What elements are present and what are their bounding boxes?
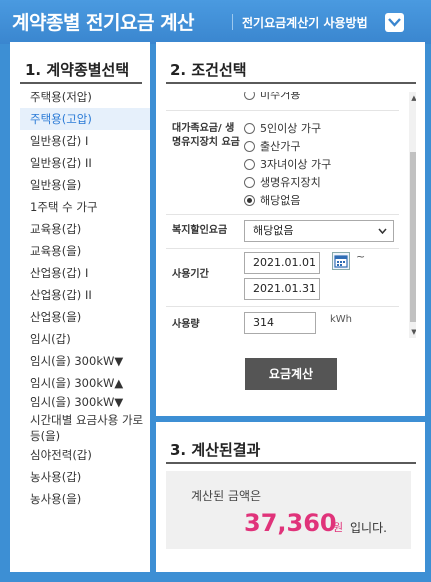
page-title: 계약종별 전기요금 계산 [12,12,195,34]
radio-large-family[interactable]: 5인이상 가구 [244,120,321,136]
contract-type-item[interactable]: 임시(을) 300kW▼ [20,394,150,410]
result-title: 3. 계산된결과 [170,441,261,459]
radio-circle[interactable] [244,158,255,170]
contract-type-item[interactable]: 산업용(갑) I [20,262,150,284]
welfare-select[interactable]: 해당없음 [244,220,394,242]
contract-type-item[interactable]: 산업용(을) [20,306,150,328]
conditions-panel: 2. 조건선택 미수거용 대가족요금/ 생명유지장치 요금 5인이상 가구 출산… [156,42,425,416]
radio-circle[interactable] [244,122,255,134]
app-header: 계약종별 전기요금 계산 전기요금계산기 사용방법 [0,0,431,44]
period-start-input[interactable]: 2021.01.01 [244,252,320,274]
result-label: 계산된 금액은 [191,489,262,503]
radio-label: 5인이상 가구 [260,122,322,135]
discount-label: 대가족요금/ 생명유지장치 요금 [172,123,240,148]
radio-circle[interactable] [244,92,255,100]
radio-label: 해당없음 [260,194,301,207]
calculate-button[interactable]: 요금계산 [245,358,337,390]
row-divider [166,306,399,307]
calendar-icon[interactable] [332,252,350,270]
radio-three-children[interactable]: 3자녀이상 가구 [244,156,331,172]
contract-type-item[interactable]: 산업용(갑) II [20,284,150,306]
contract-type-item[interactable]: 임시(을) 300kW▼ [20,350,150,372]
welfare-select-value: 해당없음 [253,224,294,237]
contract-type-title: 1. 계약종별선택 [25,61,130,79]
title-underline [166,462,416,464]
contract-type-item[interactable]: 일반용(갑) I [20,130,150,152]
radio-birth-family[interactable]: 출산가구 [244,138,300,154]
period-label: 사용기간 [172,269,209,280]
contract-type-item[interactable]: 일반용(갑) II [20,152,150,174]
usage-input[interactable]: 314 [244,312,316,334]
result-amount: 37,360 [244,509,337,537]
usage-unit: kWh [330,314,353,325]
vertical-scrollbar[interactable]: ▲ ▼ [409,92,416,338]
title-underline [20,82,142,84]
radio-circle-checked[interactable] [244,194,255,206]
scrollbar-thumb[interactable] [410,152,416,322]
contract-type-item[interactable]: 농사용(갑) [20,466,150,488]
contract-type-item[interactable]: 시간대별 요금사용 가로등(을) [20,410,150,444]
contract-type-item[interactable]: 교육용(갑) [20,218,150,240]
title-underline [166,82,416,84]
contract-type-item-active[interactable]: 주택용(고압) [20,108,150,130]
contract-type-item[interactable]: 교육용(을) [20,240,150,262]
radio-label: 3자녀이상 가구 [260,158,332,171]
result-panel: 3. 계산된결과 계산된 금액은 37,360 원 입니다. [156,422,425,572]
result-currency: 원 [333,521,344,534]
contract-type-item[interactable]: 임시(을) 300kW▲ [20,372,150,394]
row-divider [166,248,399,249]
scroll-up-icon[interactable]: ▲ [410,94,416,102]
howto-link[interactable]: 전기요금계산기 사용방법 [242,14,368,31]
result-suffix: 입니다. [350,521,387,535]
radio-label: 미수거용 [260,92,301,101]
contract-type-item[interactable]: 1주택 수 가구 [20,196,150,218]
contract-type-panel: 1. 계약종별선택 주택용(저압) 주택용(고압) 일반용(갑) I 일반용(갑… [10,42,150,572]
row-divider [166,214,399,215]
radio-label: 출산가구 [260,140,301,153]
contract-type-item[interactable]: 일반용(을) [20,174,150,196]
chevron-down-icon [378,228,387,234]
period-separator: ~ [356,250,366,263]
radio-circle[interactable] [244,176,255,188]
chevron-down-icon[interactable] [385,13,404,32]
radio-label: 생명유지장치 [260,176,321,189]
welfare-label: 복지할인요금 [172,225,228,236]
scroll-down-icon[interactable]: ▼ [410,328,416,336]
header-divider [232,14,233,30]
conditions-title: 2. 조건선택 [170,61,247,79]
contract-type-item[interactable]: 임시(갑) [20,328,150,350]
usage-label: 사용량 [172,319,200,330]
radio-life-support[interactable]: 생명유지장치 [244,174,321,190]
period-end-input[interactable]: 2021.01.31 [244,278,320,300]
radio-partial[interactable]: 미수거용 [244,92,300,102]
contract-type-item[interactable]: 주택용(저압) [20,86,150,108]
conditions-scroll-area[interactable]: 미수거용 대가족요금/ 생명유지장치 요금 5인이상 가구 출산가구 3자녀이상… [166,92,416,338]
result-box: 계산된 금액은 37,360 원 입니다. [166,471,411,549]
radio-none[interactable]: 해당없음 [244,192,300,208]
row-divider [166,110,399,111]
contract-type-item[interactable]: 심야전력(갑) [20,444,150,466]
radio-circle[interactable] [244,140,255,152]
contract-type-item[interactable]: 농사용(을) [20,488,150,510]
contract-type-list: 주택용(저압) 주택용(고압) 일반용(갑) I 일반용(갑) II 일반용(을… [20,86,150,510]
